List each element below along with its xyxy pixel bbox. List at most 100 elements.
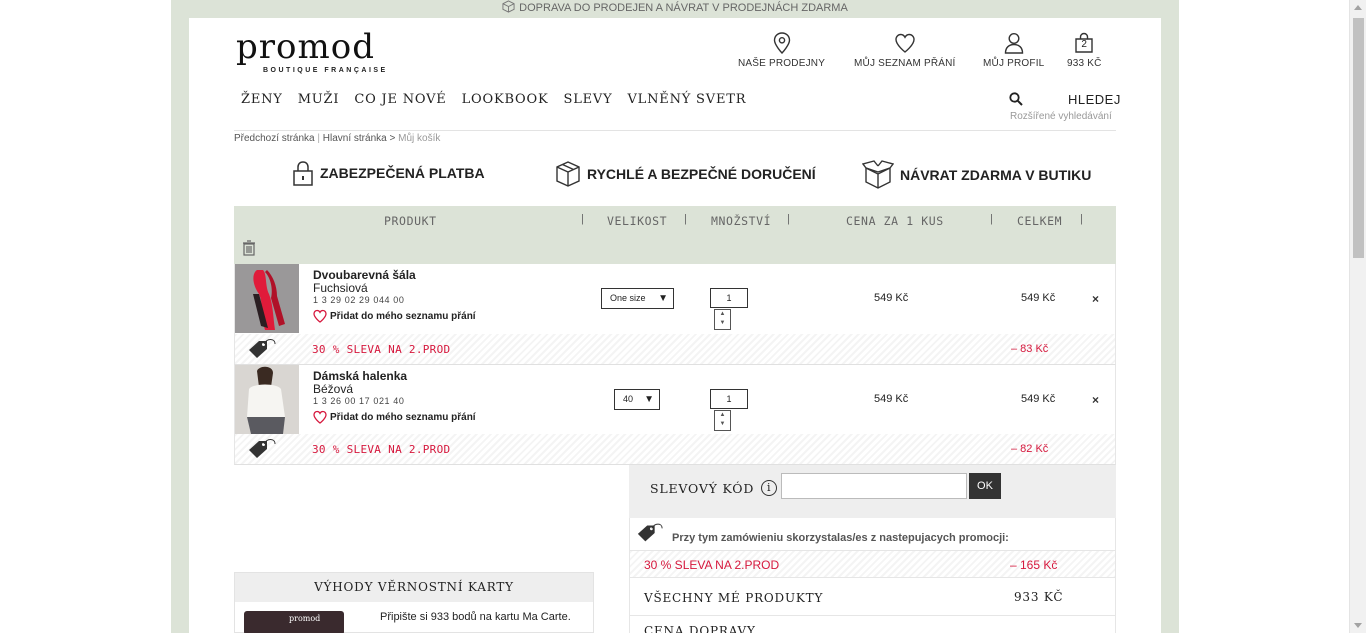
size-select[interactable]: 40 ▼ [614,389,660,410]
quantity-stepper[interactable]: ▲ ▼ [714,410,731,431]
logo[interactable]: promod BOUTIQUE FRANÇAISE [236,30,388,74]
advanced-search-link[interactable]: Rozšířené vyhledávání [1010,111,1112,122]
col-separator: | [990,213,993,225]
free-return-badge: NÁVRAT ZDARMA V BUTIKU [862,160,1091,190]
promotions-used-text: Przy tym zamówieniu skorzystalas/es z na… [636,522,1009,544]
nav-item-slevy[interactable]: SLEVY [563,92,612,107]
product-color: Fuchsiová [313,281,368,295]
nav-item-muzi[interactable]: MUŽI [298,92,340,107]
location-pin-icon [773,32,790,54]
wishlist-link[interactable]: MŮJ SEZNAM PŘÁNÍ [854,32,956,69]
add-to-wishlist-link[interactable]: Přidat do mého seznamu přání [313,309,476,323]
vertical-scrollbar[interactable] [1349,0,1366,633]
product-reference: 1 3 29 02 29 044 00 [313,295,405,305]
col-product: PRODUKT [384,214,437,228]
col-separator: | [1080,213,1083,225]
all-products-row: VŠECHNY MÉ PRODUKTY 933 KČ [630,578,1115,616]
loyalty-card-image: promod [244,611,344,633]
price-tag-icon [249,339,276,358]
col-separator: | [684,213,687,225]
col-separator: | [787,213,790,225]
breadcrumb-home[interactable]: Hlavní stránka [323,133,387,144]
price-tag-icon [249,439,276,458]
delivery-badge: RYCHLÉ A BEZPEČNÉ DORUČENÍ [555,160,816,188]
quantity-input[interactable]: 1 [710,389,748,409]
top-banner: DOPRAVA DO PRODEJEN A NÁVRAT V PRODEJNÁC… [171,0,1179,18]
price-tag-icon [637,523,663,542]
cart-total: 933 KČ [1067,58,1102,69]
product-reference: 1 3 26 00 17 021 40 [313,396,405,406]
main-nav: ŽENY MUŽI CO JE NOVÉ LOOKBOOK SLEVY VLNĚNÝ SV… [241,92,761,107]
order-summary: Przy tym zamówieniu skorzystalas/es z na… [629,518,1116,633]
nav-item-lookbook[interactable]: LOOKBOOK [462,92,549,107]
scroll-down-arrow-icon[interactable] [1354,623,1362,628]
all-products-value: 933 KČ [1014,590,1064,604]
item-promo-row: 30 % SLEVA NA 2.PROD – 82 Kč [234,434,1116,465]
trash-icon[interactable] [242,240,256,256]
col-separator: | [581,213,584,225]
product-name[interactable]: Dvoubarevná šála [313,268,416,282]
voucher-section: SLEVOVÝ KÓD i OK [629,465,1116,518]
product-image-scarf[interactable] [235,264,299,333]
remove-item-button[interactable]: × [1092,292,1099,306]
cart-count-badge: 2 [1081,39,1088,50]
unit-price: 549 Kč [874,292,909,304]
voucher-label: SLEVOVÝ KÓD i [650,480,778,496]
product-name[interactable]: Dámská halenka [313,369,407,383]
scroll-up-arrow-icon[interactable] [1354,5,1362,10]
nav-item-vlneny-svetr[interactable]: VLNĚNÝ SVETR [627,92,746,107]
item-promo-row: 30 % SLEVA NA 2.PROD – 83 Kč [234,334,1116,365]
breadcrumb: Předchozí stránka | Hlavní stránka > Můj… [234,133,440,144]
heart-icon [895,33,915,53]
secure-payment-badge: ZABEZPEČENÁ PLATBA [292,160,485,186]
breadcrumb-separator: > [389,133,396,144]
nav-item-co-je-nove[interactable]: CO JE NOVÉ [354,92,446,107]
package-icon [556,161,580,187]
line-total: 549 Kč [1021,393,1056,405]
shipping-cost-label: CENA DOPRAVY [644,624,756,633]
summary-promo-label: 30 % SLEVA NA 2.PROD [644,558,780,572]
cart-item-row: Dámská halenka Béžová 1 3 26 00 17 021 4… [234,365,1116,435]
promo-label: 30 % SLEVA NA 2.PROD [312,343,451,356]
summary-promo-row: 30 % SLEVA NA 2.PROD – 165 Kč [630,550,1115,578]
nav-item-zeny[interactable]: ŽENY [241,92,283,107]
scrollbar-thumb[interactable] [1353,18,1364,258]
profile-link[interactable]: MŮJ PROFIL [983,32,1044,69]
user-icon [1004,32,1023,54]
size-select[interactable]: One size ▼ [601,288,674,309]
heart-icon [313,309,327,323]
padlock-icon [293,161,313,186]
unit-price: 549 Kč [874,393,909,405]
loyalty-card-section: VÝHODY VĚRNOSTNÍ KARTY promod Připište s… [234,572,594,633]
col-quantity: MNOŽSTVÍ [711,214,772,228]
col-size: VELIKOST [607,214,668,228]
heart-icon [313,410,327,424]
product-color: Béžová [313,382,354,396]
dropdown-arrow-icon: ▼ [658,293,668,304]
stores-link[interactable]: NAŠE PRODEJNY [738,32,825,69]
loyalty-text: Připište si 933 bodů na kartu Ma Carte. [380,611,571,623]
loyalty-title: VÝHODY VĚRNOSTNÍ KARTY [235,573,593,602]
info-icon[interactable]: i [761,480,778,496]
add-to-wishlist-link[interactable]: Přidat do mého seznamu přání [313,410,476,424]
product-image-blouse[interactable] [235,365,299,434]
quantity-stepper[interactable]: ▲ ▼ [714,309,731,330]
cart-table-header: PRODUKT | VELIKOST | MNOŽSTVÍ | CENA ZA … [234,206,1116,264]
search-icon[interactable] [1009,92,1023,106]
box-icon [502,0,515,13]
promo-amount: – 82 Kč [1011,443,1049,455]
voucher-ok-button[interactable]: OK [969,473,1001,499]
header-divider [234,130,1116,131]
col-total: CELKEM [1017,214,1063,228]
breadcrumb-separator: | [317,133,320,144]
cart-link[interactable]: 2 933 KČ [1067,32,1102,69]
logo-wordmark: promod [236,27,375,67]
voucher-code-input[interactable] [781,473,967,499]
search-button[interactable]: HLEDEJ [1068,92,1121,107]
promo-amount: – 83 Kč [1011,343,1049,355]
remove-item-button[interactable]: × [1092,393,1099,407]
all-products-label: VŠECHNY MÉ PRODUKTY [644,591,824,605]
breadcrumb-prev[interactable]: Předchozí stránka [234,133,315,144]
quantity-input[interactable]: 1 [710,288,748,308]
logo-tagline: BOUTIQUE FRANÇAISE [263,67,388,74]
